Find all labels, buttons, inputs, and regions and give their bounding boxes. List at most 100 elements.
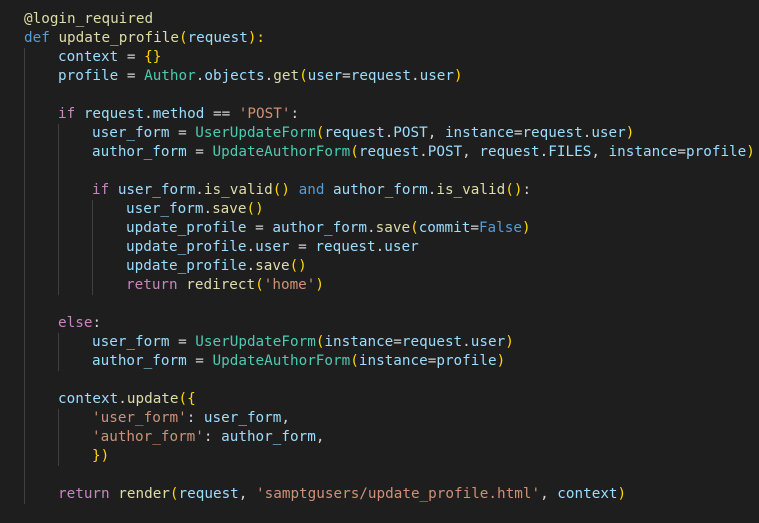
code-token: ( bbox=[350, 353, 359, 369]
code-token: False bbox=[478, 220, 522, 236]
code-editor[interactable]: @login_requireddef update_profile(reques… bbox=[0, 0, 759, 523]
code-line[interactable]: update_profile.save() bbox=[24, 257, 755, 276]
code-token: . bbox=[539, 144, 549, 160]
indent-guide bbox=[24, 48, 58, 67]
code-token: UpdateAuthorForm bbox=[212, 144, 351, 160]
code-token: ( bbox=[299, 68, 308, 84]
code-token: @login_required bbox=[24, 11, 154, 27]
code-token: . bbox=[118, 391, 127, 407]
indent-guide-line bbox=[58, 257, 59, 276]
code-token: () bbox=[505, 182, 523, 198]
code-line[interactable]: 'author_form': author_form, bbox=[24, 428, 755, 447]
code-token: FILES bbox=[548, 144, 592, 160]
code-line[interactable]: user_form = UserUpdateForm(request.POST,… bbox=[24, 124, 755, 143]
code-token: . bbox=[246, 258, 256, 274]
indent-guide bbox=[24, 295, 58, 314]
indent-guide-line bbox=[92, 219, 93, 238]
indent-guide bbox=[92, 219, 126, 238]
code-line[interactable] bbox=[24, 371, 755, 390]
indent-guide bbox=[58, 124, 92, 143]
code-token: profile bbox=[58, 68, 119, 84]
code-area[interactable]: @login_requireddef update_profile(reques… bbox=[24, 10, 755, 504]
code-token: : bbox=[290, 106, 300, 122]
code-token: instance bbox=[444, 125, 514, 141]
code-line[interactable] bbox=[24, 162, 755, 181]
code-token: ) bbox=[454, 68, 463, 84]
indent-guide-line bbox=[58, 409, 59, 428]
code-token: else bbox=[58, 315, 93, 331]
indent-guide bbox=[58, 447, 92, 466]
code-token: if bbox=[92, 182, 110, 198]
code-token: : bbox=[203, 429, 222, 445]
code-token: is_valid bbox=[203, 182, 273, 198]
indent-guide bbox=[24, 352, 58, 371]
code-token: : bbox=[522, 182, 532, 198]
code-token: update_profile bbox=[126, 239, 247, 255]
code-token: ) bbox=[625, 125, 635, 141]
code-line[interactable]: user_form = UserUpdateForm(instance=requ… bbox=[24, 333, 755, 352]
code-token: . bbox=[462, 334, 471, 350]
indent-guide bbox=[92, 257, 126, 276]
code-line[interactable]: context.update({ bbox=[24, 390, 755, 409]
code-line[interactable]: author_form = UpdateAuthorForm(instance=… bbox=[24, 352, 755, 371]
code-line[interactable]: return redirect('home') bbox=[24, 276, 755, 295]
code-token: . bbox=[264, 68, 274, 84]
indent-guide-line bbox=[24, 390, 25, 409]
code-line[interactable]: author_form = UpdateAuthorForm(request.P… bbox=[24, 143, 755, 162]
code-token: }) bbox=[92, 448, 110, 464]
indent-guide bbox=[24, 428, 58, 447]
code-line[interactable]: user_form.save() bbox=[24, 200, 755, 219]
indent-guide-line bbox=[58, 333, 59, 352]
code-line[interactable]: else: bbox=[24, 314, 755, 333]
code-line[interactable] bbox=[24, 86, 755, 105]
indent-guide-line bbox=[24, 428, 25, 447]
code-line[interactable]: def update_profile(request): bbox=[24, 29, 755, 48]
code-token: == bbox=[204, 106, 239, 122]
code-line[interactable]: }) bbox=[24, 447, 755, 466]
indent-guide bbox=[24, 86, 58, 105]
code-line[interactable]: @login_required bbox=[24, 10, 755, 29]
code-line[interactable] bbox=[24, 466, 755, 485]
indent-guide-line bbox=[24, 314, 25, 333]
code-line[interactable]: 'user_form': user_form, bbox=[24, 409, 755, 428]
code-token: instance bbox=[608, 144, 678, 160]
code-token: request bbox=[522, 125, 583, 141]
indent-guide-line bbox=[58, 200, 59, 219]
code-token: . bbox=[203, 201, 213, 217]
indent-guide-line bbox=[24, 67, 25, 86]
indent-guide bbox=[58, 257, 92, 276]
indent-guide-line bbox=[24, 333, 25, 352]
indent-guide-line bbox=[24, 352, 25, 371]
code-token: user_form bbox=[92, 125, 170, 141]
code-token: {} bbox=[144, 49, 162, 65]
code-token: profile bbox=[436, 353, 497, 369]
code-token: request bbox=[401, 334, 463, 350]
code-line[interactable]: update_profile.user = request.user bbox=[24, 238, 755, 257]
code-token: . bbox=[384, 125, 394, 141]
code-token: author_form bbox=[92, 353, 187, 369]
code-token: , bbox=[315, 429, 325, 445]
code-line[interactable]: context = {} bbox=[24, 48, 755, 67]
code-line[interactable]: if user_form.is_valid() and author_form.… bbox=[24, 181, 755, 200]
code-token: ( bbox=[410, 220, 419, 236]
code-token: () bbox=[246, 201, 264, 217]
code-line[interactable]: profile = Author.objects.get(user=reques… bbox=[24, 67, 755, 86]
code-token: request bbox=[187, 30, 248, 46]
code-token: = bbox=[118, 49, 145, 65]
code-token: ) bbox=[315, 277, 325, 293]
code-token: context bbox=[58, 49, 119, 65]
indent-guide-line bbox=[24, 86, 25, 105]
code-line[interactable]: update_profile = author_form.save(commit… bbox=[24, 219, 755, 238]
indent-guide bbox=[24, 200, 58, 219]
code-token: = bbox=[169, 125, 196, 141]
code-line[interactable]: if request.method == 'POST': bbox=[24, 105, 755, 124]
code-token: user bbox=[255, 239, 290, 255]
code-line[interactable]: return render(request, 'samptgusers/upda… bbox=[24, 485, 755, 504]
code-line[interactable] bbox=[24, 295, 755, 314]
indent-guide bbox=[24, 257, 58, 276]
code-token: = bbox=[393, 334, 402, 350]
